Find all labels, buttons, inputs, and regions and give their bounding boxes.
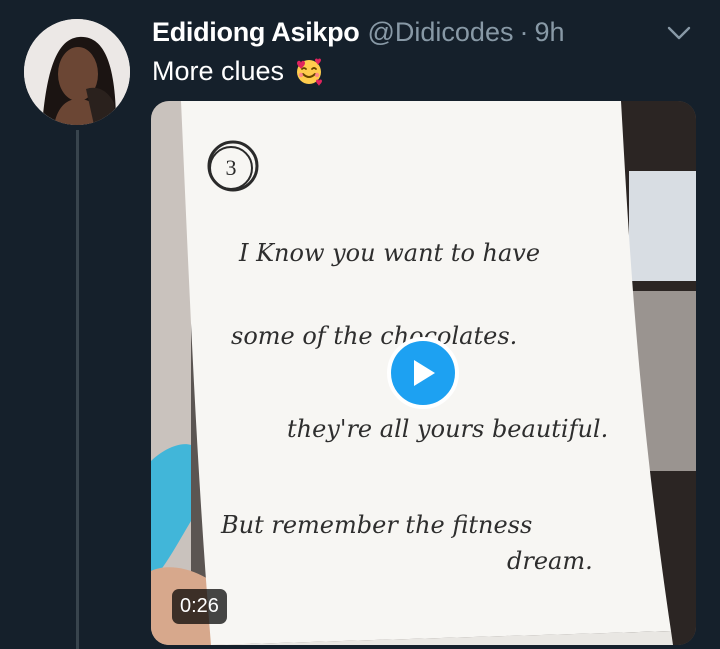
author-handle[interactable]: @Didicodes [368,17,514,48]
note-line-1: I Know you want to have [238,239,540,267]
avatar[interactable] [24,19,130,125]
user-avatar-icon [24,19,130,125]
chevron-down-icon[interactable] [664,18,694,48]
tweet-text: More clues [152,53,324,89]
play-icon [414,360,435,386]
tweet-header: Edidiong Asikpo @Didicodes · 9h [152,14,700,50]
video-player[interactable]: 3 I Know you want to have some of the ch… [151,101,696,645]
note-line-2: some of the chocolates. [231,322,517,350]
smiling-face-with-hearts-icon [297,58,323,86]
note-number: 3 [226,155,237,180]
note-line-4: But remember the fitness [220,511,532,539]
author-name[interactable]: Edidiong Asikpo [152,17,360,48]
tweet-body: More clues [152,55,285,86]
thread-line [76,130,79,649]
meta-separator: · [519,16,529,47]
video-duration: 0:26 [172,589,227,624]
play-button[interactable] [387,337,459,409]
note-line-5: dream. [507,547,593,575]
tweet-timestamp[interactable]: 9h [534,17,564,48]
note-line-3: they're all yours beautiful. [287,415,608,443]
